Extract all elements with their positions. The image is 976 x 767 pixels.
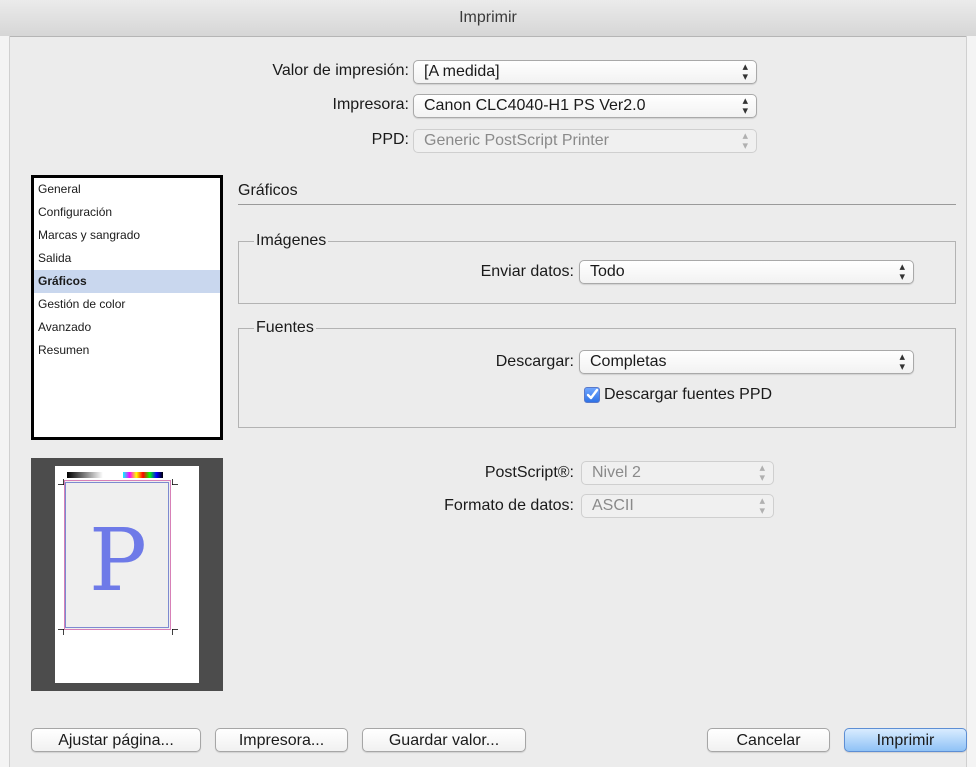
postscript-value: Nivel 2 (592, 464, 641, 481)
download-ppd-fonts-checkbox[interactable] (584, 387, 600, 403)
printer-label: Impresora: (332, 96, 409, 113)
printer-button[interactable]: Impresora... (215, 728, 348, 752)
updown-chevron-icon: ▴ ▾ (899, 261, 905, 283)
images-group-title: Imágenes (254, 232, 329, 250)
sidebar-item-2[interactable]: Configuración (34, 201, 220, 224)
data-format-select: ASCII ▴ ▾ (581, 494, 774, 518)
preset-select[interactable]: [A medida] ▴ ▾ (413, 60, 757, 84)
sidebar-item-3[interactable]: Marcas y sangrado (34, 224, 220, 247)
gray-bar (67, 472, 103, 478)
data-format-label: Formato de datos: (444, 497, 574, 514)
category-list[interactable]: General Configuración Marcas y sangrado Sal… (31, 175, 223, 440)
ppd-value: Generic PostScript Printer (424, 132, 609, 149)
send-data-select[interactable]: Todo ▴ ▾ (579, 260, 914, 284)
updown-chevron-icon: ▴ ▾ (899, 351, 905, 373)
window-edge-left (0, 36, 10, 767)
color-bar (123, 472, 163, 478)
sidebar-item-5[interactable]: Gráficos (34, 270, 220, 293)
preview-letter: P (89, 511, 147, 611)
download-ppd-fonts-label[interactable]: Descargar fuentes PPD (604, 386, 772, 404)
window-edge-right (966, 36, 976, 767)
postscript-select: Nivel 2 ▴ ▾ (581, 461, 774, 485)
checkmark-icon (586, 388, 599, 400)
send-data-value: Todo (590, 263, 625, 280)
page-setup-button[interactable]: Ajustar página... (31, 728, 201, 752)
cancel-button[interactable]: Cancelar (707, 728, 830, 752)
sidebar-item-6[interactable]: Gestión de color (34, 293, 220, 316)
sidebar-item-7[interactable]: Avanzado (34, 316, 220, 339)
fonts-group (238, 328, 956, 428)
updown-chevron-icon: ▴ ▾ (742, 61, 748, 83)
fonts-group-title: Fuentes (254, 319, 316, 337)
print-button[interactable]: Imprimir (844, 728, 967, 752)
data-format-value: ASCII (592, 497, 634, 514)
updown-chevron-icon: ▴ ▾ (742, 95, 748, 117)
printer-select[interactable]: Canon CLC4040-H1 PS Ver2.0 ▴ ▾ (413, 94, 757, 118)
preset-value: [A medida] (424, 63, 500, 80)
preview-paper: P (55, 466, 199, 683)
updown-chevron-icon: ▴ ▾ (759, 495, 765, 517)
preset-label: Valor de impresión: (272, 62, 409, 79)
sidebar-item-8[interactable]: Resumen (34, 339, 220, 362)
updown-chevron-icon: ▴ ▾ (742, 130, 748, 152)
crop-mark-icon (172, 629, 178, 635)
window-titlebar: Imprimir (0, 0, 976, 37)
postscript-label: PostScript®: (484, 464, 574, 481)
save-preset-button[interactable]: Guardar valor... (362, 728, 526, 752)
updown-chevron-icon: ▴ ▾ (759, 462, 765, 484)
printer-value: Canon CLC4040-H1 PS Ver2.0 (424, 97, 646, 114)
window-title: Imprimir (459, 9, 517, 26)
ppd-select: Generic PostScript Printer ▴ ▾ (413, 129, 757, 153)
download-label: Descargar: (495, 353, 574, 370)
sidebar-item-4[interactable]: Salida (34, 247, 220, 270)
download-select[interactable]: Completas ▴ ▾ (579, 350, 914, 374)
page-preview: P (31, 458, 223, 691)
ppd-label: PPD: (371, 131, 409, 148)
section-title: Gráficos (238, 182, 298, 199)
sidebar-item-1[interactable]: General (34, 178, 220, 201)
send-data-label: Enviar datos: (480, 263, 574, 280)
section-divider (238, 204, 956, 205)
crop-mark-icon (172, 479, 178, 485)
download-value: Completas (590, 353, 667, 370)
